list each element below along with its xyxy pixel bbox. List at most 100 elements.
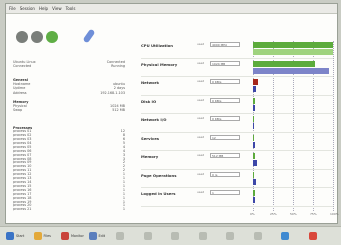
category-label: Physical Memory xyxy=(141,61,178,67)
menu-item[interactable]: View xyxy=(52,6,62,11)
row-separator xyxy=(141,113,333,114)
row-separator xyxy=(141,205,333,207)
globe-icon xyxy=(281,232,289,240)
value-field[interactable]: 0 KB/s xyxy=(210,97,240,103)
blue-bar xyxy=(253,197,255,203)
x-tick-label: 100% xyxy=(330,212,339,216)
row-tag: used xyxy=(197,97,205,102)
row-tag: used xyxy=(197,116,205,120)
category-label: Page Operations xyxy=(141,172,177,178)
status-light-icon xyxy=(31,31,43,43)
green-bar xyxy=(253,42,333,48)
taskbar-item[interactable]: Monitor xyxy=(61,231,84,241)
app-icon xyxy=(226,232,234,240)
app-icon xyxy=(198,232,207,240)
row-tag: used xyxy=(197,42,205,46)
taskbar-item[interactable]: Start xyxy=(6,231,24,241)
blue-bar xyxy=(253,49,333,55)
taskbar-item[interactable] xyxy=(116,231,126,241)
taskbar-item[interactable] xyxy=(171,231,181,241)
blue-tool-icon[interactable] xyxy=(82,28,96,44)
row-tag: used xyxy=(197,171,205,176)
category-label: CPU Utilization xyxy=(141,43,173,48)
taskbar-label: Start xyxy=(16,234,25,238)
row-separator xyxy=(141,94,333,96)
monitor-icon xyxy=(61,232,69,240)
category-label: Disk IO xyxy=(141,98,157,104)
category-label: Network xyxy=(141,80,160,85)
green-bar xyxy=(253,116,254,122)
blue-bar xyxy=(253,160,257,166)
menu-item[interactable]: Help xyxy=(39,6,48,11)
status-light-icon xyxy=(46,31,58,43)
green-bar xyxy=(253,97,255,104)
value-field[interactable]: 1024 MB xyxy=(210,60,240,66)
blue-bar xyxy=(253,67,329,74)
row-tag: used xyxy=(197,190,205,194)
taskbar-item[interactable]: Edit xyxy=(88,231,106,241)
row-separator xyxy=(141,187,333,188)
row-separator xyxy=(141,76,333,77)
x-tick-label: 50% xyxy=(290,212,297,216)
green-bar xyxy=(253,153,255,159)
value-field[interactable]: 0 /s xyxy=(210,171,240,177)
info-row: Address 192.168.1.103 xyxy=(13,91,125,95)
info-row: process 21 1 xyxy=(13,207,125,212)
mail-icon xyxy=(308,232,317,240)
taskbar-label: Monitor xyxy=(71,234,84,238)
info-row: Swap 512 MB xyxy=(13,108,125,112)
row-separator xyxy=(141,57,333,59)
row-tag: used xyxy=(197,134,205,139)
category-label: Network I/O xyxy=(141,117,167,122)
taskbar-item[interactable] xyxy=(143,231,154,241)
app-icon xyxy=(253,232,262,240)
info-key: Address xyxy=(13,90,27,95)
app-icon xyxy=(171,232,179,240)
folder-icon xyxy=(33,232,42,240)
x-tick-label: 75% xyxy=(310,212,317,216)
menu-item[interactable]: Session xyxy=(20,6,35,11)
info-value: 192.168.1.103 xyxy=(100,90,125,95)
pen-icon xyxy=(88,232,97,240)
taskbar-item[interactable] xyxy=(198,231,209,241)
value-field[interactable]: 4000 MHz xyxy=(210,42,240,47)
host-header: Ubuntu Linux Connected Connected Running xyxy=(13,60,125,68)
category-label: Memory xyxy=(141,154,159,159)
x-tick-label: 0% xyxy=(250,212,255,216)
row-separator xyxy=(141,150,333,151)
start-icon xyxy=(6,232,14,240)
host-connection: Connected xyxy=(13,64,32,69)
value-field[interactable]: 0 KB/s xyxy=(210,79,240,84)
gridline xyxy=(273,41,274,211)
app-icon xyxy=(143,232,152,240)
taskbar-item[interactable] xyxy=(308,231,319,241)
value-field[interactable]: 512 MB xyxy=(210,153,240,158)
menu-item[interactable]: Tools xyxy=(66,6,76,11)
blue-bar xyxy=(253,123,254,129)
taskbar-item[interactable] xyxy=(226,231,236,241)
taskbar-item[interactable] xyxy=(281,231,291,241)
row-separator xyxy=(141,168,333,170)
value-field[interactable]: 0 KB/s xyxy=(210,116,240,121)
blue-bar xyxy=(253,141,255,148)
value-field[interactable]: 12 xyxy=(210,134,240,140)
row-tag: used xyxy=(197,79,205,83)
green-bar xyxy=(253,134,254,141)
info-value: 1 xyxy=(122,207,125,212)
taskbar: Start Files Monitor Edit xyxy=(0,226,341,245)
gridline xyxy=(293,41,294,211)
taskbar-label: Edit xyxy=(98,234,106,238)
taskbar-item[interactable] xyxy=(253,231,264,241)
x-tick-label: 25% xyxy=(270,212,277,216)
blue-bar xyxy=(253,86,257,92)
menu-item[interactable]: File xyxy=(9,6,16,11)
info-value: 512 MB xyxy=(112,108,125,113)
info-key: Swap xyxy=(13,108,23,113)
row-separator xyxy=(141,131,333,133)
taskbar-label: Files xyxy=(43,234,51,238)
green-bar xyxy=(253,171,254,178)
green-bar xyxy=(253,60,316,67)
info-key: process 21 xyxy=(13,207,32,212)
value-field[interactable]: 1 xyxy=(210,190,240,195)
taskbar-item[interactable]: Files xyxy=(33,231,51,241)
